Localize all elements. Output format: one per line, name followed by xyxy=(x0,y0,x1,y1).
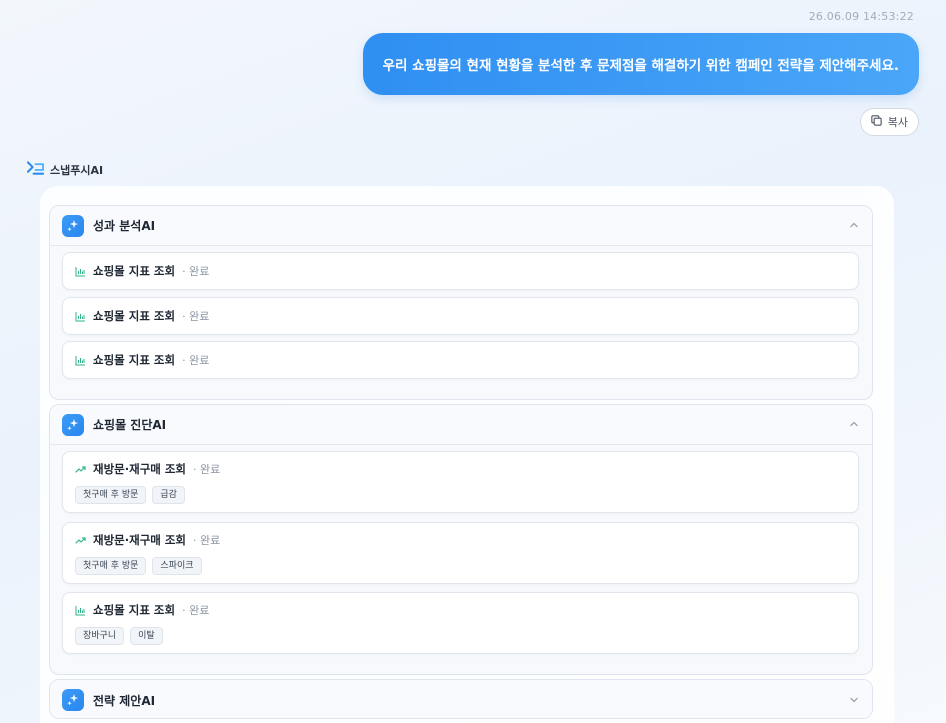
item-name: 쇼핑몰 지표 조회 xyxy=(93,309,176,323)
chevron-up-icon[interactable] xyxy=(848,415,860,434)
copy-icon xyxy=(870,114,883,130)
list-item[interactable]: 쇼핑몰 지표 조회 · 완료 xyxy=(62,341,859,379)
item-name: 재방문·재구매 조회 xyxy=(93,533,187,547)
agent-group-performance: 성과 분석AI 쇼핑몰 지표 조회 · 완료 쇼핑몰 지표 조회 · 완료 쇼핑… xyxy=(49,205,873,400)
agent-header[interactable]: 쇼핑몰 진단AI xyxy=(50,405,872,445)
bar-chart-icon xyxy=(75,311,86,322)
agent-title: 전략 제안AI xyxy=(93,693,156,708)
list-item[interactable]: 쇼핑몰 지표 조회 · 완료 xyxy=(62,297,859,335)
agent-header[interactable]: 전략 제안AI xyxy=(50,680,872,718)
assistant-brand: 스냅푸시AI xyxy=(26,160,104,179)
copy-label: 복사 xyxy=(887,116,908,129)
chevron-down-icon[interactable] xyxy=(848,691,860,710)
list-item[interactable]: 쇼핑몰 지표 조회 · 완료 장바구니 이탈 xyxy=(62,592,859,654)
list-item[interactable]: 재방문·재구매 조회 · 완료 첫구매 후 방문 급감 xyxy=(62,451,859,513)
assistant-name: 스냅푸시AI xyxy=(50,163,104,177)
bar-chart-icon xyxy=(75,355,86,366)
tag-chip: 첫구매 후 방문 xyxy=(75,557,147,575)
item-status: · 완료 xyxy=(193,463,221,476)
tag-chip: 이탈 xyxy=(130,627,163,645)
brand-logo-icon xyxy=(26,160,45,179)
message-timestamp: 26.06.09 14:53:22 xyxy=(808,10,914,23)
item-name: 쇼핑몰 지표 조회 xyxy=(93,353,176,367)
trend-up-icon xyxy=(75,535,86,546)
trend-up-icon xyxy=(75,464,86,475)
user-message-text: 우리 쇼핑몰의 현재 현황을 분석한 후 문제점을 해결하기 위한 캠페인 전략… xyxy=(382,58,899,74)
bar-chart-icon xyxy=(75,266,86,277)
agent-group-diagnosis: 쇼핑몰 진단AI 재방문·재구매 조회 · 완료 첫구매 후 방문 급감 재방문… xyxy=(49,404,873,675)
item-status: · 완료 xyxy=(182,310,210,323)
list-item[interactable]: 재방문·재구매 조회 · 완료 첫구매 후 방문 스파이크 xyxy=(62,522,859,584)
tag-chip: 장바구니 xyxy=(75,627,125,645)
list-item[interactable]: 쇼핑몰 지표 조회 · 완료 xyxy=(62,252,859,290)
agent-title: 성과 분석AI xyxy=(93,219,156,233)
tag-chip: 스파이크 xyxy=(152,557,202,575)
agent-header[interactable]: 성과 분석AI xyxy=(50,206,872,246)
copy-button[interactable]: 복사 xyxy=(859,108,919,136)
agent-sparkle-icon xyxy=(62,214,84,237)
agent-group-strategy: 전략 제안AI xyxy=(49,679,873,719)
item-status: · 완료 xyxy=(193,534,221,547)
item-name: 쇼핑몰 지표 조회 xyxy=(93,603,176,617)
item-status: · 완료 xyxy=(182,354,210,367)
agent-sparkle-icon xyxy=(62,413,84,436)
bar-chart-icon xyxy=(75,605,86,616)
user-message-bubble: 우리 쇼핑몰의 현재 현황을 분석한 후 문제점을 해결하기 위한 캠페인 전략… xyxy=(362,33,919,95)
tag-chip: 첫구매 후 방문 xyxy=(75,486,147,504)
tag-chip: 급감 xyxy=(152,486,185,504)
chevron-up-icon[interactable] xyxy=(848,216,860,235)
item-name: 재방문·재구매 조회 xyxy=(93,462,187,476)
agent-sparkle-icon xyxy=(62,689,84,711)
item-status: · 완료 xyxy=(182,604,210,617)
item-name: 쇼핑몰 지표 조회 xyxy=(93,264,176,278)
agent-title: 쇼핑몰 진단AI xyxy=(93,418,167,432)
item-status: · 완료 xyxy=(182,265,210,278)
